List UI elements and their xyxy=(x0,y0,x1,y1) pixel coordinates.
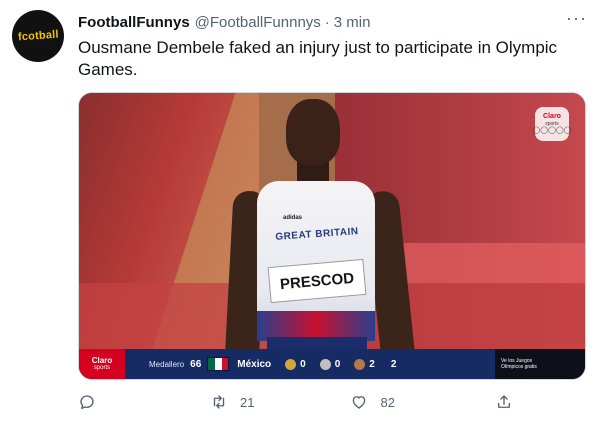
promo-line-2: Olímpicos gratis xyxy=(501,364,537,370)
reply-button[interactable] xyxy=(78,393,96,411)
tweet-media-image[interactable]: adidas GREAT BRITAIN PRESCOD Claro sport… xyxy=(78,92,586,380)
retweet-icon xyxy=(213,395,225,409)
reply-icon xyxy=(80,395,94,410)
more-options-icon[interactable]: ··· xyxy=(566,8,587,29)
country-name: México xyxy=(237,358,272,370)
like-button[interactable]: 82 xyxy=(350,393,395,411)
tweet-actions: 21 82 xyxy=(78,390,578,414)
olympic-rings-icon: ◯◯◯◯◯ xyxy=(532,127,572,134)
athlete-figure: adidas GREAT BRITAIN PRESCOD xyxy=(224,99,417,379)
tweet-text: Ousmane Dembele faked an injury just to … xyxy=(78,38,558,79)
silver-count: 0 xyxy=(334,358,341,370)
share-button[interactable] xyxy=(495,393,513,411)
scorebar-brand-top: Claro xyxy=(91,356,113,365)
share-icon xyxy=(498,395,510,408)
medal-rank: 66 xyxy=(190,358,202,370)
athlete-vest: adidas GREAT BRITAIN PRESCOD xyxy=(257,181,375,341)
badge-brand: Claro xyxy=(543,113,561,120)
medal-total: 2 xyxy=(390,358,397,370)
timestamp[interactable]: 3 min xyxy=(334,14,371,31)
athlete-head xyxy=(286,99,340,165)
gold-count: 0 xyxy=(300,358,306,370)
user-handle[interactable]: @FootballFunnnys xyxy=(195,14,321,31)
mexico-flag-icon xyxy=(207,357,230,371)
medal-table-label: Medallero xyxy=(149,359,185,369)
scorebar-brand: Claro sports xyxy=(79,349,125,379)
display-name[interactable]: FootballFunnys xyxy=(78,14,190,31)
bronze-medal-icon xyxy=(354,358,366,370)
retweet-button[interactable]: 21 xyxy=(210,393,254,411)
promo-box: Ve los Juegos Olímpicos gratis xyxy=(495,349,585,379)
vest-team-text: GREAT BRITAIN xyxy=(275,226,359,243)
heart-icon xyxy=(353,396,366,409)
broadcaster-badge: Claro sports ◯◯◯◯◯ xyxy=(532,107,572,141)
avatar-logo-text: fcotball xyxy=(17,28,59,44)
like-count: 82 xyxy=(380,394,395,410)
separator-dot: · xyxy=(324,13,330,31)
race-bib: PRESCOD xyxy=(267,258,367,304)
avatar[interactable]: fcotball xyxy=(12,10,64,62)
vest-brand-logo: adidas xyxy=(283,215,303,221)
retweet-count: 21 xyxy=(240,394,255,410)
tweet-header: FootballFunnys @FootballFunnnys · 3 min … xyxy=(78,8,587,32)
bib-name: PRESCOD xyxy=(279,269,355,293)
silver-medal-icon xyxy=(319,358,331,370)
scorebar-brand-bottom: sports xyxy=(93,365,111,371)
bronze-count: 2 xyxy=(369,358,375,370)
gold-medal-icon xyxy=(285,358,297,370)
medal-table-bar: Claro sports Medallero 66 México 0 0 2 2… xyxy=(79,349,585,379)
